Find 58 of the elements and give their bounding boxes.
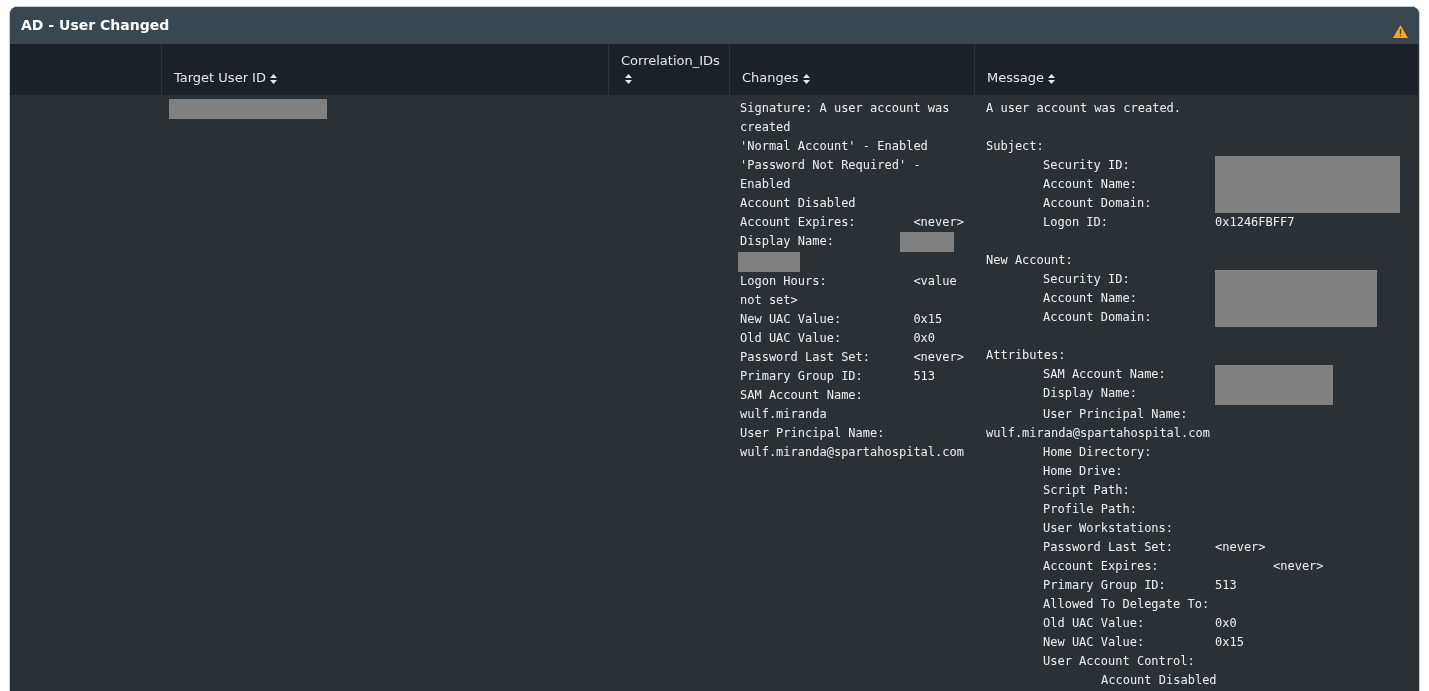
field-label: Account Domain: [1043, 309, 1153, 326]
field-label: Security ID: [1043, 271, 1131, 288]
field-label: Account Name: [1043, 290, 1138, 307]
field-value: 0x0 [1215, 615, 1237, 632]
field-label: Profile Path: [1043, 502, 1137, 516]
field-label: Home Drive: [1043, 464, 1123, 478]
field-value: <never> [1215, 539, 1266, 556]
field-value: wulf.miranda@spartahospital.com [986, 425, 1211, 442]
field-label: Account Name: [1043, 176, 1138, 193]
field-label: Account Domain: [1043, 195, 1153, 212]
change-line: Old UAC Value: 0x0 [740, 330, 937, 347]
field-label: Account Disabled [1100, 672, 1218, 689]
section-heading: New Account: [986, 252, 1074, 269]
field-label: Allowed To Delegate To: [1043, 597, 1210, 611]
field-label: User Workstations: [1043, 521, 1174, 535]
field-value: 0x15 [1215, 634, 1244, 651]
change-line: Account Disabled [740, 195, 857, 212]
redacted-block [738, 252, 800, 272]
change-line: 'Password Not Required' - Enabled [740, 157, 922, 193]
field-label: Script Path: [1043, 483, 1130, 497]
change-line: User Principal Name: wulf.miranda@spartahospital.com [740, 425, 965, 461]
field-label: User Principal Name: [1042, 406, 1189, 423]
field-label: Password Last Set: [1043, 540, 1174, 554]
change-line: Password Last Set: <never> [740, 349, 965, 366]
change-line: Primary Group ID: 513 [740, 368, 937, 385]
field-label: Home Directory: [1043, 445, 1152, 459]
field-value: 0x1246FBFF7 [1215, 214, 1295, 231]
column-header[interactable]: Correlation_IDs [621, 52, 720, 86]
redacted-block [900, 232, 954, 252]
field-label: User Account Control: [1043, 654, 1195, 668]
field-label: Old UAC Value: [1043, 616, 1145, 630]
sort-icon [269, 73, 277, 84]
column-header[interactable]: Message [987, 69, 1055, 86]
column-header[interactable]: Target User ID [174, 69, 277, 86]
change-line: Logon Hours: <value not set> [740, 273, 958, 309]
field-value: 513 [1215, 577, 1237, 594]
panel-title: AD - User Changed [21, 16, 170, 35]
change-line: New UAC Value: 0x15 [740, 311, 944, 328]
change-line: 'Normal Account' - Enabled [740, 138, 929, 155]
field-label: Security ID: [1043, 157, 1131, 174]
field-label: Logon ID: [1043, 215, 1109, 229]
change-line: Account Expires: <never> [740, 214, 965, 231]
field-value: <never> [1273, 558, 1324, 575]
section-heading: Subject: [986, 138, 1045, 155]
change-line: SAM Account Name: wulf.miranda [740, 387, 864, 423]
field-label: New UAC Value: [1043, 635, 1145, 649]
sort-icon [1048, 73, 1055, 84]
sort-icon [802, 73, 810, 84]
change-line: Display Name: [740, 233, 835, 250]
field-label: SAM Account Name: [1043, 366, 1167, 383]
column-header[interactable]: Changes [742, 69, 810, 86]
field-label: Primary Group ID: [1043, 578, 1166, 592]
field-label: Account Expires: [1043, 559, 1159, 573]
sort-icon [625, 73, 632, 84]
message-intro: A user account was created. [986, 100, 1183, 117]
change-line: Signature: A user account was created [740, 100, 951, 136]
section-heading: Attributes: [986, 347, 1067, 364]
field-label: Display Name: [1043, 385, 1138, 402]
